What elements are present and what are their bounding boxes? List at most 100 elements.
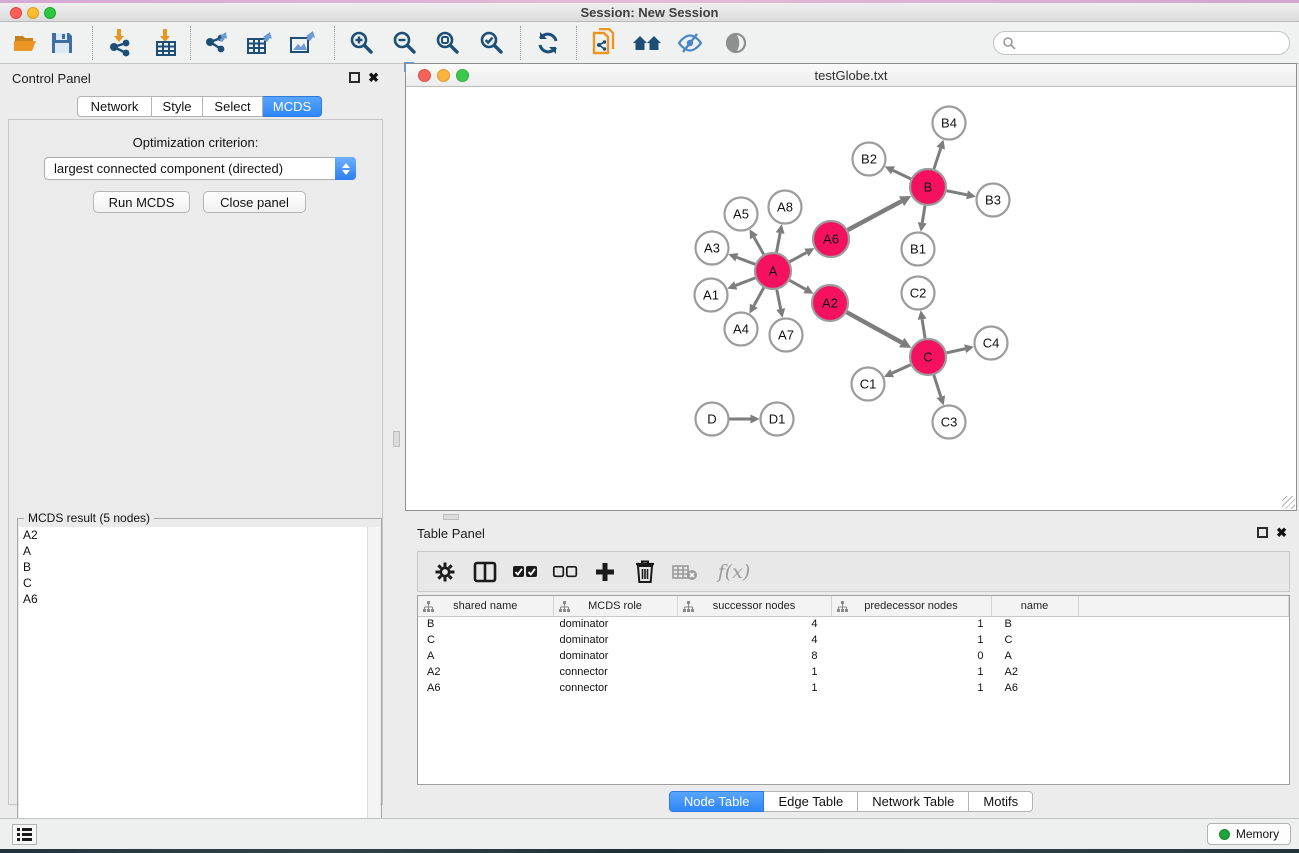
graph-edge[interactable] [947,191,967,195]
result-item[interactable]: C [19,575,368,591]
network-snapshot-button[interactable] [588,26,622,60]
save-session-button[interactable] [45,26,79,60]
zoom-out-button[interactable] [388,26,422,60]
edge-arrowhead-icon [751,415,760,424]
zoom-fit-button[interactable] [431,26,465,60]
delete-table-button[interactable] [672,559,698,585]
show-eye-button[interactable] [719,26,753,60]
result-item[interactable]: B [19,559,368,575]
control-panel-title: Control Panel [12,71,91,86]
table-options-gear-button[interactable] [432,559,458,585]
deselect-all-button[interactable] [552,559,578,585]
task-history-button[interactable] [12,824,37,845]
show-column-button[interactable] [472,559,498,585]
graph-edge[interactable] [893,170,911,178]
table-row[interactable]: Cdominator41C [418,632,1289,648]
tab-edge-table[interactable]: Edge Table [764,791,858,812]
graph-edge[interactable] [922,206,925,223]
run-mcds-button[interactable]: Run MCDS [93,191,190,213]
control-panel-buttons: ✖ [349,72,379,83]
zoom-in-button[interactable] [345,26,379,60]
refresh-icon [535,30,561,56]
close-panel-button[interactable]: Close panel [203,191,306,213]
hierarchy-icon [423,601,434,612]
result-scrollbar[interactable] [367,527,380,853]
graph-edge[interactable] [754,288,764,306]
resize-grip-icon[interactable] [1282,496,1295,509]
tab-network[interactable]: Network [77,96,152,117]
tab-motifs[interactable]: Motifs [969,791,1033,812]
graph-edge[interactable] [934,375,941,397]
column-header-mcds-role[interactable]: MCDS role [553,596,677,616]
divider-handle[interactable] [393,431,400,447]
home-button[interactable] [630,26,664,60]
tab-select[interactable]: Select [203,96,263,117]
float-panel-icon[interactable] [1257,527,1268,538]
close-panel-icon[interactable]: ✖ [1276,527,1287,538]
select-all-button[interactable] [512,559,538,585]
split-divider[interactable] [391,64,403,818]
graph-edge[interactable] [847,312,902,342]
table-row[interactable]: Adominator80A [418,648,1289,664]
zoom-fit-icon [435,30,461,56]
column-header-successor-nodes[interactable]: successor nodes [677,596,831,616]
graph-edge[interactable] [848,201,902,230]
graph-edge[interactable] [777,233,781,252]
close-panel-icon[interactable]: ✖ [368,72,379,83]
graph-node-label: A8 [777,200,793,215]
search-input[interactable] [1016,36,1266,50]
checked-boxes-icon [512,565,538,579]
delete-column-button[interactable] [632,559,658,585]
export-image-icon [289,30,317,56]
refresh-layout-button[interactable] [531,26,565,60]
float-panel-icon[interactable] [349,72,360,83]
table-row[interactable]: A6connector11A6 [418,680,1289,696]
graph-edge[interactable] [934,148,941,169]
optimization-criterion-select[interactable]: largest connected component (directed) [44,157,356,180]
export-network-button[interactable] [201,26,235,60]
graph-edge[interactable] [790,253,807,262]
result-item[interactable]: A [19,543,368,559]
graph-edge[interactable] [777,290,781,309]
graph-edge[interactable] [790,280,806,289]
open-session-button[interactable] [9,26,43,60]
graph-edge[interactable] [737,257,755,264]
graph-edge[interactable] [754,237,764,254]
graph-edge[interactable] [736,278,756,286]
network-canvas-svg[interactable]: B4B2BB3A8A5A6A3B1AC2A1A2A4A7C4CC1C3DD1 [407,88,1295,510]
hierarchy-icon [837,601,848,612]
table-row[interactable]: Bdominator41B [418,616,1289,632]
export-table-button[interactable] [243,26,277,60]
eye-icon [723,32,749,54]
result-item[interactable]: A6 [19,591,368,607]
hierarchy-icon [559,601,570,612]
tab-mcds[interactable]: MCDS [263,96,322,117]
apply-function-button[interactable]: f(x) [712,559,756,585]
import-table-icon [153,29,179,57]
zoom-selected-icon [479,30,505,56]
export-image-button[interactable] [286,26,320,60]
column-header-name[interactable]: name [991,596,1078,616]
tab-style[interactable]: Style [152,96,203,117]
add-column-button[interactable] [592,559,618,585]
column-header-shared-name[interactable]: shared name [418,596,553,616]
tab-node-table[interactable]: Node Table [669,791,765,812]
graph-edge[interactable] [892,365,911,373]
zoom-selected-button[interactable] [475,26,509,60]
search-field[interactable] [993,31,1290,55]
memory-button[interactable]: Memory [1207,823,1291,845]
column-header-predecessor-nodes[interactable]: predecessor nodes [831,596,991,616]
toolbar-separator [576,26,577,60]
graph-edge[interactable] [947,349,966,353]
hide-panels-button[interactable] [673,26,707,60]
table-row[interactable]: A2connector11A2 [418,664,1289,680]
import-table-button[interactable] [149,26,183,60]
result-item[interactable]: A2 [19,527,368,543]
network-window-titlebar[interactable]: testGlobe.txt [406,64,1296,87]
graph-edge[interactable] [922,319,925,338]
import-network-button[interactable] [103,26,137,60]
mcds-result-list[interactable]: A2ABCA6 [19,527,368,853]
tab-network-table[interactable]: Network Table [858,791,969,812]
eye-slash-icon [676,31,704,55]
select-stepper-icon [335,157,356,180]
